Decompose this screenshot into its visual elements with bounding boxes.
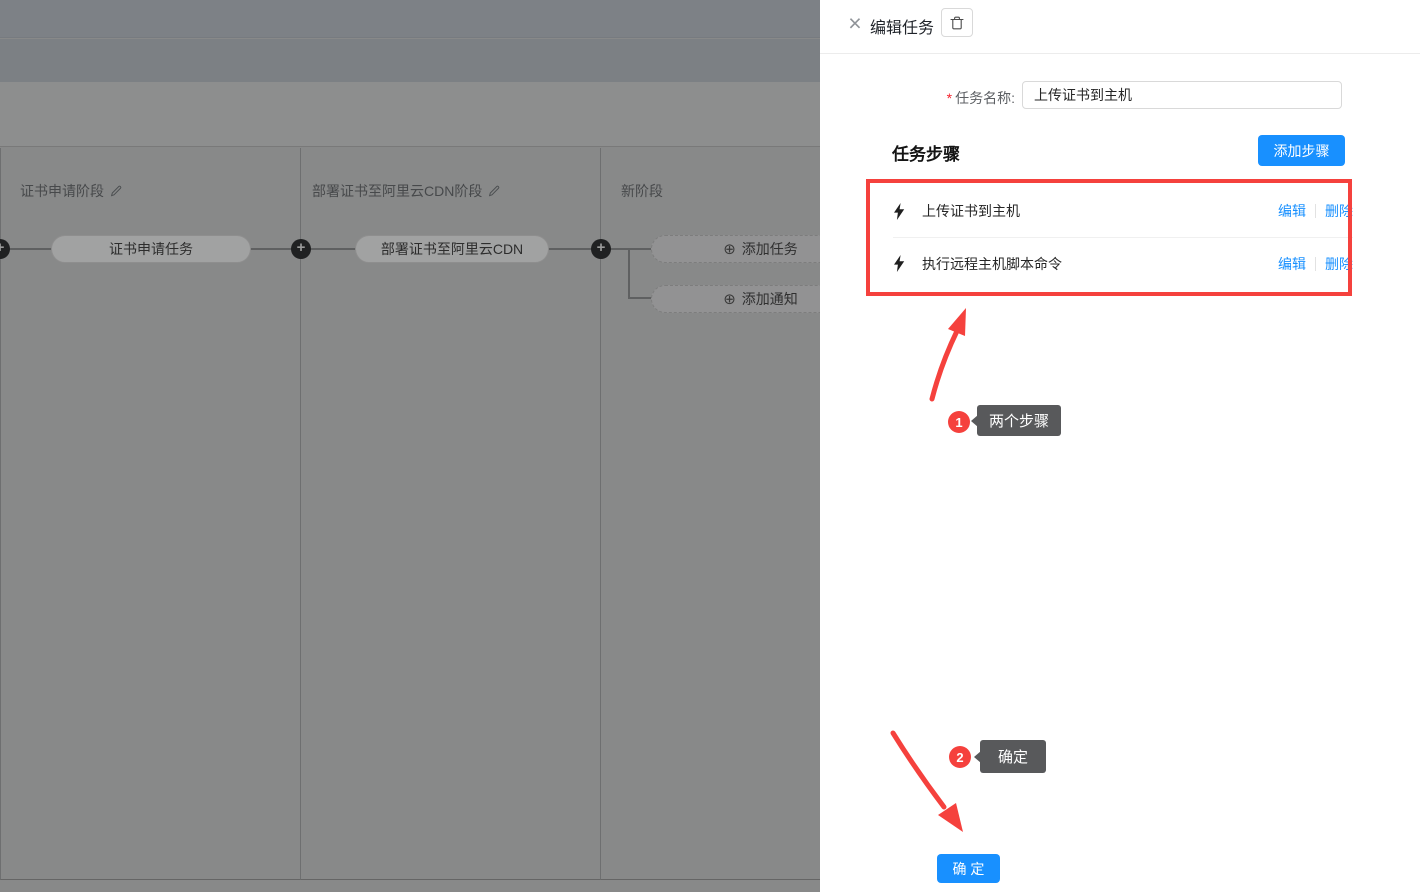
edit-pencil-icon[interactable] [110, 185, 122, 197]
arrow-up-line [932, 331, 957, 399]
lightning-icon [893, 203, 905, 220]
add-step-button[interactable]: 添加步骤 [1258, 135, 1345, 166]
confirm-button[interactable]: 确 定 [937, 854, 1000, 883]
delete-step-link[interactable]: 删除 [1325, 201, 1353, 221]
annotation-badge-1: 1 [948, 411, 970, 433]
circle-plus-icon: ⊕ [723, 240, 736, 258]
step-row-remote-script: 执行远程主机脚本命令 编辑 删除 [893, 237, 1353, 289]
task-name-input[interactable] [1022, 81, 1342, 109]
stage-title-2-text: 部署证书至阿里云CDN阶段 [312, 181, 482, 201]
plus-icon: + [0, 239, 4, 256]
step-name: 执行远程主机脚本命令 [922, 254, 1278, 274]
add-notification-label: 添加通知 [742, 289, 798, 309]
stage-title-3: 新阶段 [621, 181, 663, 201]
add-stage-plus-button[interactable]: + [291, 239, 311, 259]
close-icon[interactable]: × [842, 8, 868, 38]
plus-icon: + [597, 239, 606, 256]
branch-connector-vertical [628, 249, 630, 299]
edit-pencil-icon[interactable] [488, 185, 500, 197]
task-name-label-text: 任务名称: [955, 90, 1015, 106]
task-name-label: *任务名称: [820, 88, 1015, 108]
arrow-down-head [938, 803, 963, 832]
stage-title-1-text: 证书申请阶段 [20, 181, 104, 201]
edit-step-link[interactable]: 编辑 [1278, 201, 1306, 221]
task-node-certificate-request[interactable]: 证书申请任务 [51, 235, 251, 263]
delete-step-link[interactable]: 删除 [1325, 254, 1353, 274]
task-steps-heading: 任务步骤 [892, 140, 960, 165]
annotation-tooltip-confirm: 确定 [980, 740, 1046, 773]
task-node-deploy-cdn[interactable]: 部署证书至阿里云CDN [355, 235, 549, 263]
lightning-icon [893, 255, 905, 272]
required-asterisk: * [947, 90, 952, 106]
edit-step-link[interactable]: 编辑 [1278, 254, 1306, 274]
stage-title-1: 证书申请阶段 [20, 181, 122, 201]
step-row-upload-cert: 上传证书到主机 编辑 删除 [893, 185, 1353, 237]
link-divider [1315, 257, 1316, 271]
step-name: 上传证书到主机 [922, 201, 1278, 221]
add-task-label: 添加任务 [742, 239, 798, 259]
annotation-badge-2: 2 [949, 746, 971, 768]
plus-icon: + [297, 239, 306, 256]
arrow-up-head [948, 308, 966, 336]
arrow-down-line [893, 733, 944, 807]
link-divider [1315, 204, 1316, 218]
annotation-arrows [820, 0, 1420, 892]
trash-icon [950, 16, 964, 30]
edit-task-drawer: × 编辑任务 *任务名称: 任务步骤 添加步骤 上传证书到主机 编辑 删除 执行… [820, 0, 1420, 892]
branch-connector-horizontal [628, 297, 652, 299]
stage-title-3-text: 新阶段 [621, 181, 663, 201]
delete-task-button[interactable] [941, 8, 973, 37]
annotation-tooltip-two-steps: 两个步骤 [977, 405, 1061, 436]
circle-plus-icon: ⊕ [723, 290, 736, 308]
drawer-title: 编辑任务 [870, 14, 934, 38]
stage-title-2: 部署证书至阿里云CDN阶段 [312, 181, 500, 201]
steps-list: 上传证书到主机 编辑 删除 执行远程主机脚本命令 编辑 删除 [893, 185, 1353, 289]
add-stage-plus-button[interactable]: + [591, 239, 611, 259]
